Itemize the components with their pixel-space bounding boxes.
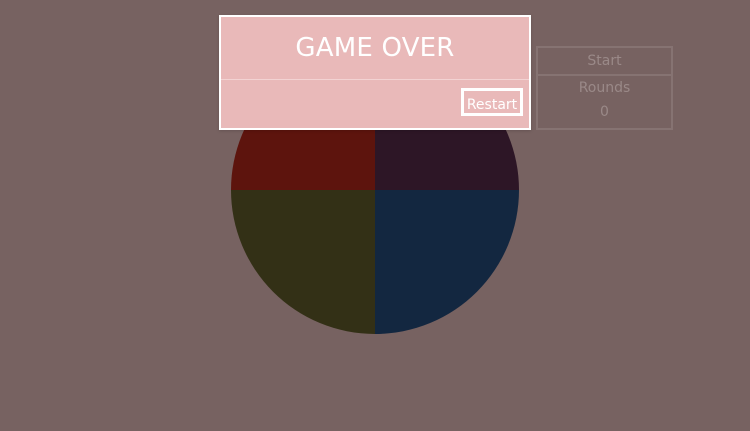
rounds-value: 0 — [600, 104, 609, 120]
modal-title: GAME OVER — [221, 17, 529, 80]
restart-button[interactable]: Restart — [461, 88, 523, 116]
start-button[interactable]: Start — [538, 48, 671, 76]
rounds-label: Rounds — [578, 80, 631, 96]
game-over-modal: GAME OVER Restart — [219, 15, 531, 130]
quadrant-bottom-right[interactable] — [375, 190, 519, 334]
quadrant-bottom-left[interactable] — [231, 190, 375, 334]
control-panel: Start Rounds 0 — [536, 46, 673, 130]
modal-footer: Restart — [221, 80, 529, 128]
